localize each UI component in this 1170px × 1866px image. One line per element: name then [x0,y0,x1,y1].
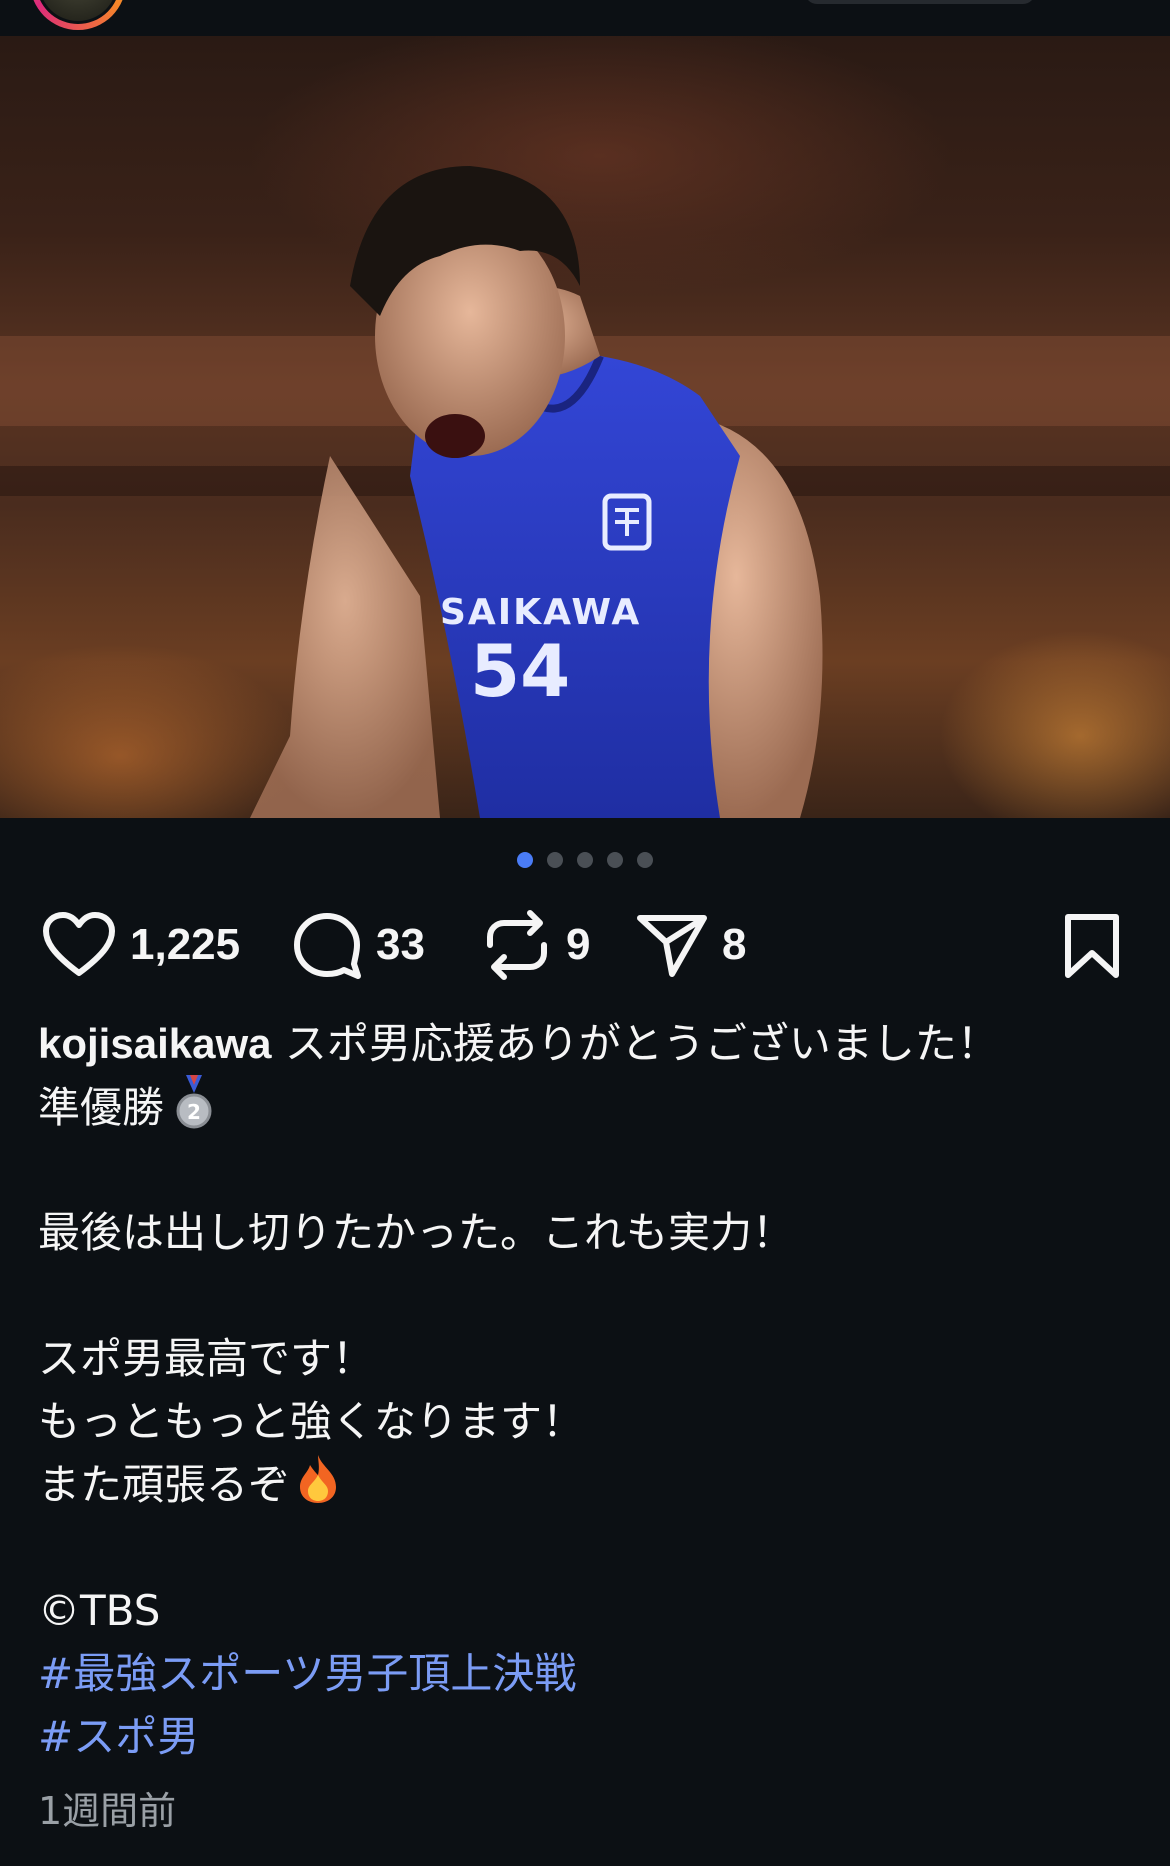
svg-text:2: 2 [187,1100,201,1124]
carousel-indicator [0,852,1170,872]
caption-copyright: ©TBS [38,1586,161,1635]
second-place-medal-icon: 2 [174,1075,214,1146]
repost-action[interactable]: 9 [482,905,590,985]
comment-count[interactable]: 33 [376,920,425,970]
paper-plane-icon[interactable] [636,910,708,980]
hashtag-link[interactable]: #スポ男 [38,1712,199,1761]
carousel-dot[interactable] [577,852,593,868]
comment-bubble-icon[interactable] [292,910,362,980]
profile-avatar[interactable] [30,0,126,30]
caption-line-3: 最後は出し切りたかった。これも実力！ [38,1208,795,1257]
action-bar: 1,225 33 9 8 [0,905,1170,985]
post-timestamp: 1週間前 [38,1789,177,1833]
caption-line-1: スポ男応援ありがとうございました！ [284,1019,999,1068]
post-header [0,0,1170,36]
post-image[interactable]: SAIKAWA 54 [0,36,1170,818]
caption-line-6: また頑張るぞ [38,1460,291,1509]
avatar-image [36,0,120,24]
share-count[interactable]: 8 [722,920,746,970]
save-action[interactable] [1062,913,1122,983]
heart-icon[interactable] [42,911,116,979]
carousel-dot[interactable] [637,852,653,868]
carousel-dot[interactable] [607,852,623,868]
like-count[interactable]: 1,225 [130,920,240,970]
carousel-dot[interactable] [547,852,563,868]
caption-username[interactable]: kojisaikawa [38,1020,271,1067]
post-caption: kojisaikawa スポ男応援ありがとうございました！ 準優勝 2 最後は出… [38,1012,1128,1768]
caption-line-4: スポ男最高です！ [38,1334,375,1383]
repost-count[interactable]: 9 [566,920,590,970]
carousel-dot[interactable] [517,852,533,868]
athlete-figure: SAIKAWA 54 [250,166,823,818]
hashtag-link[interactable]: #最強スポーツ男子頂上決戦 [38,1649,576,1698]
jersey-name: SAIKAWA [440,592,641,633]
like-action[interactable]: 1,225 [42,905,240,985]
comment-action[interactable]: 33 [292,905,425,985]
caption-line-5: もっともっと強くなります！ [38,1397,585,1446]
bookmark-icon[interactable] [1062,913,1122,979]
follow-button[interactable] [805,0,1035,4]
fire-icon [296,1453,340,1522]
repost-icon[interactable] [482,909,552,981]
share-action[interactable]: 8 [636,905,746,985]
jersey-number: 54 [470,629,570,713]
caption-line-2: 準優勝 [38,1083,165,1132]
